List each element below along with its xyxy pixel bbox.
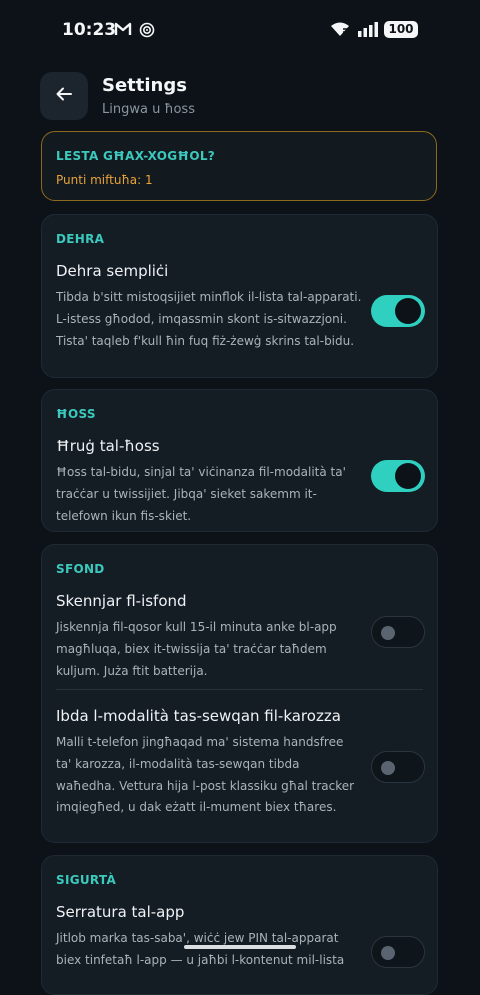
section-label: DEHRA: [56, 232, 105, 246]
section-sound: ĦOSS Ħruġ tal-ħoss Ħoss tal-bidu, sinjal…: [41, 389, 438, 532]
setting-title: Ibda l-modalità tas-sewqan fil-karozza: [56, 707, 341, 725]
car-driving-mode-toggle[interactable]: [371, 751, 425, 783]
section-label: SFOND: [56, 562, 105, 576]
ready-banner: LESTA GĦAX-XOGĦOL? Punti miftuħa: 1: [41, 131, 437, 201]
setting-title: Ħruġ tal-ħoss: [56, 437, 160, 455]
setting-description: Ħoss tal-bidu, sinjal ta' viċinanza fil-…: [56, 465, 346, 523]
battery-indicator: 100: [384, 21, 418, 38]
app-header: Settings Lingwa u ħoss: [40, 72, 440, 124]
sound-output-toggle[interactable]: [371, 460, 425, 492]
background-scan-toggle[interactable]: [371, 616, 425, 648]
page-subtitle: Lingwa u ħoss: [102, 102, 195, 117]
toggle-knob: [381, 626, 395, 640]
setting-description: Jitlob marka tas-saba', wiċċ jew PIN tal…: [56, 931, 345, 967]
gmail-icon: [114, 21, 132, 41]
banner-status: Punti miftuħa: 1: [56, 173, 153, 187]
setting-description: Malli t-telefon jingħaqad ma' sistema ha…: [56, 735, 355, 815]
wifi-icon: [330, 21, 350, 41]
setting-title: Skennjar fl-isfond: [56, 592, 187, 610]
toggle-knob: [395, 463, 421, 489]
section-label: ĦOSS: [56, 407, 96, 421]
setting-description: Tibda b'sitt mistoqsijiet minflok il-lis…: [56, 290, 362, 348]
section-security: SIGURTÀ Serratura tal-app Jitlob marka t…: [41, 855, 438, 995]
page-title: Settings: [102, 75, 187, 96]
setting-description: Jiskennja fil-qosor kull 15-il minuta an…: [56, 620, 337, 678]
banner-title: LESTA GĦAX-XOGĦOL?: [56, 149, 216, 163]
simple-view-toggle[interactable]: [371, 295, 425, 327]
setting-title: Dehra sempliċi: [56, 262, 169, 280]
status-time: 10:23: [62, 20, 117, 40]
back-button[interactable]: [40, 72, 88, 120]
section-appearance: DEHRA Dehra sempliċi Tibda b'sitt mistoq…: [41, 214, 438, 378]
divider: [56, 689, 423, 690]
signal-icon: [357, 21, 379, 41]
status-bar: 10:23 100: [0, 0, 480, 60]
arrow-left-icon: [55, 85, 73, 107]
sync-app-icon: [139, 22, 155, 42]
app-lock-toggle[interactable]: [371, 936, 425, 968]
toggle-knob: [395, 298, 421, 324]
toggle-knob: [381, 761, 395, 775]
toggle-knob: [381, 946, 395, 960]
section-label: SIGURTÀ: [56, 873, 117, 887]
gesture-nav-handle[interactable]: [184, 945, 296, 949]
setting-title: Serratura tal-app: [56, 903, 185, 921]
section-background: SFOND Skennjar fl-isfond Jiskennja fil-q…: [41, 544, 438, 843]
